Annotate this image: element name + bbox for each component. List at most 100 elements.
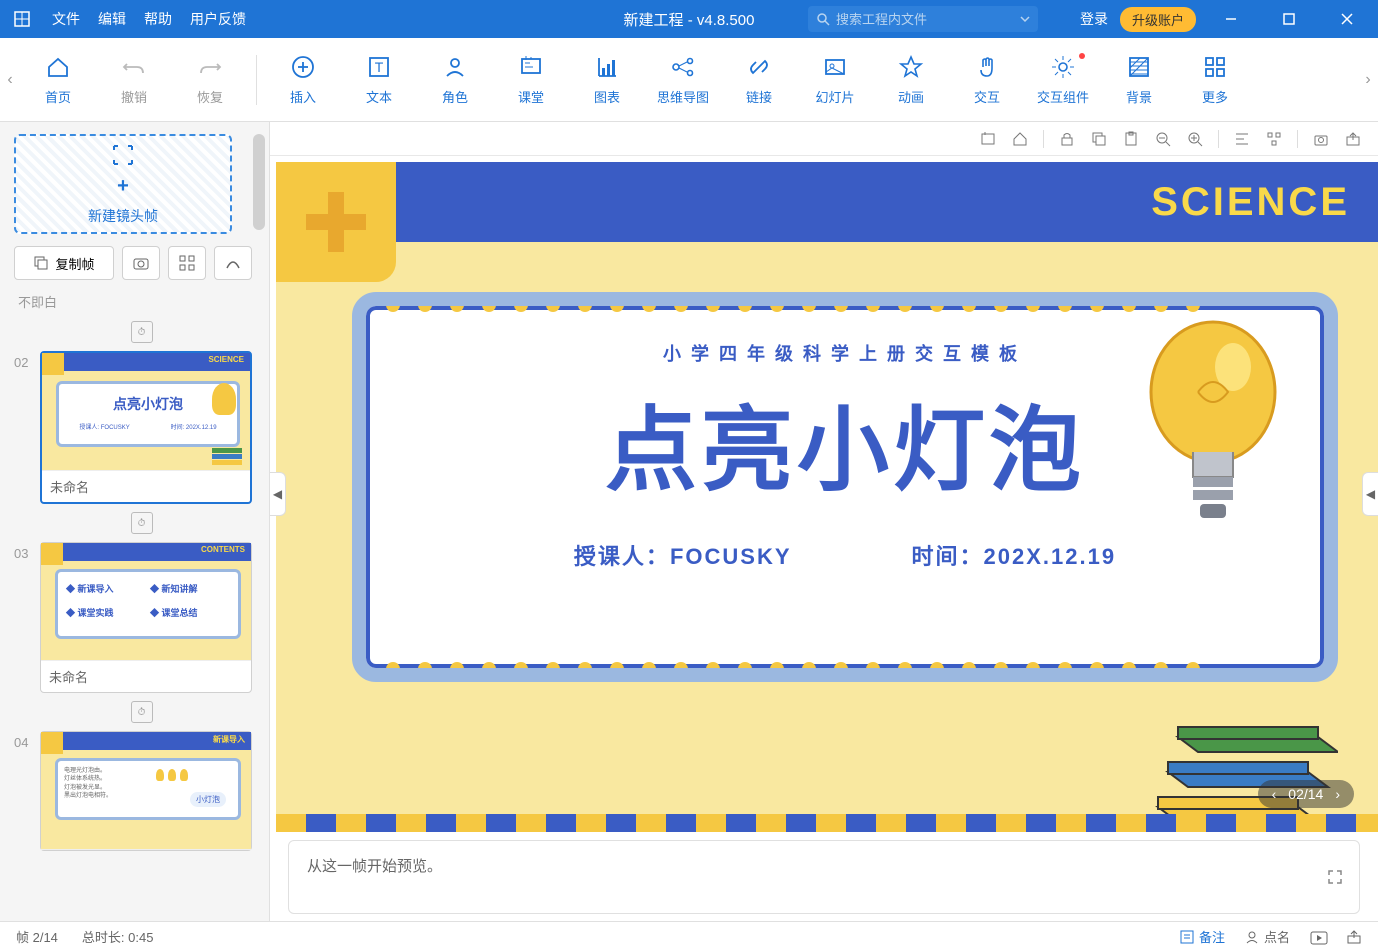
slide-nav[interactable]: ‹ 02/14 ›	[1258, 780, 1354, 808]
canvas[interactable]: ◀ ◀ SCIENCE 小学四年级科学上册交互模板 点亮小灯泡 授课人：FOCU…	[270, 156, 1378, 832]
toolbar-link-button[interactable]: 链接	[721, 45, 797, 115]
transition-timer[interactable]: ⏱	[131, 512, 153, 534]
main-menu: 文件 编辑 帮助 用户反馈	[52, 9, 246, 29]
menu-edit[interactable]: 编辑	[98, 9, 126, 29]
toolbar-redo-button[interactable]: 恢复	[172, 45, 248, 115]
qr-button[interactable]	[168, 246, 206, 280]
panel-toggle-left[interactable]: ◀	[270, 472, 286, 516]
toolbar-anim-label: 动画	[898, 87, 924, 106]
toolbar-slides-button[interactable]: 幻灯片	[797, 45, 873, 115]
toolbar-mindmap-button[interactable]: 思维导图	[645, 45, 721, 115]
toolbar-inter-button[interactable]: 交互	[949, 45, 1025, 115]
toolbar-class-label: 课堂	[518, 87, 544, 106]
toolbar-link-label: 链接	[746, 87, 772, 106]
time-info: 时间：202X.12.19	[912, 539, 1117, 571]
preview-bar: 从这一帧开始预览。	[288, 840, 1360, 914]
toolbar-bg-button[interactable]: 背景	[1101, 45, 1177, 115]
minimize-button[interactable]	[1208, 0, 1254, 38]
board-icon	[517, 53, 545, 81]
toolbar-class-button[interactable]: 课堂	[493, 45, 569, 115]
menu-file[interactable]: 文件	[52, 9, 80, 29]
transition-timer[interactable]: ⏱	[131, 321, 153, 343]
plus-icon: +	[117, 175, 129, 198]
lightbulb-icon	[1138, 312, 1288, 542]
toolbar-chart-button[interactable]: 图表	[569, 45, 645, 115]
crop-corners-icon	[111, 143, 135, 167]
toolbar-insert-button[interactable]: 插入	[265, 45, 341, 115]
spark-icon	[1049, 53, 1077, 81]
toolbar-text-label: 文本	[366, 87, 392, 106]
nav-prev-icon[interactable]: ‹	[1272, 786, 1277, 802]
search-box[interactable]	[808, 6, 1038, 32]
tool-paste-icon[interactable]	[1122, 130, 1140, 148]
toolbar-mindmap-label: 思维导图	[657, 87, 709, 106]
thumbnail-03[interactable]: CONTENTS ◆ 新课导入◆ 新知讲解◆ 课堂实践◆ 课堂总结 未命名	[40, 542, 252, 693]
upgrade-button[interactable]: 升级账户	[1120, 7, 1196, 32]
thumb-number: 02	[14, 351, 32, 370]
new-frame-button[interactable]: + 新建镜头帧	[14, 134, 232, 234]
thumb-number: 03	[14, 542, 32, 561]
toolbar-scroll-left[interactable]: ‹	[0, 38, 20, 122]
toolbar-role-button[interactable]: 角色	[417, 45, 493, 115]
tool-lock-icon[interactable]	[1058, 130, 1076, 148]
toolbar-anim-button[interactable]: 动画	[873, 45, 949, 115]
tool-home-icon[interactable]	[1011, 130, 1029, 148]
copy-icon	[33, 255, 49, 271]
tool-copy-icon[interactable]	[1090, 130, 1108, 148]
search-icon	[816, 12, 830, 26]
login-button[interactable]: 登录	[1080, 9, 1108, 29]
toolbar-chart-label: 图表	[594, 87, 620, 106]
notes-icon	[1180, 930, 1194, 944]
toolbar-home-button[interactable]: 首页	[20, 45, 96, 115]
tool-zoomout-icon[interactable]	[1154, 130, 1172, 148]
toolbar-role-label: 角色	[442, 87, 468, 106]
export-button[interactable]	[1346, 929, 1362, 945]
tool-frame-icon[interactable]	[979, 130, 997, 148]
search-input[interactable]	[836, 12, 1020, 27]
roll-button[interactable]: 点名	[1245, 927, 1290, 946]
tool-zoomin-icon[interactable]	[1186, 130, 1204, 148]
transition-timer[interactable]: ⏱	[131, 701, 153, 723]
path-button[interactable]	[214, 246, 252, 280]
menu-feedback[interactable]: 用户反馈	[190, 9, 246, 29]
tool-export-icon[interactable]	[1344, 130, 1362, 148]
toolbar-inter-label: 交互	[974, 87, 1000, 106]
notes-button[interactable]: 备注	[1180, 927, 1225, 946]
chart-icon	[593, 53, 621, 81]
maximize-button[interactable]	[1266, 0, 1312, 38]
menu-help[interactable]: 帮助	[144, 9, 172, 29]
play-button[interactable]	[1310, 929, 1326, 945]
nav-next-icon[interactable]: ›	[1335, 786, 1340, 802]
close-button[interactable]	[1324, 0, 1370, 38]
redo-icon	[196, 53, 224, 81]
person-icon	[1245, 930, 1259, 944]
tool-distribute-icon[interactable]	[1265, 130, 1283, 148]
thumbnail-02[interactable]: SCIENCE 点亮小灯泡 授课人: FOCUSKY时间: 202X.12.19…	[40, 351, 252, 504]
chevron-down-icon[interactable]	[1020, 14, 1030, 24]
camera-button[interactable]	[122, 246, 160, 280]
toolbar-more-button[interactable]: 更多	[1177, 45, 1253, 115]
thumb-name: 未命名	[41, 661, 251, 692]
toolbar-intercomp-button[interactable]: 交互组件	[1025, 45, 1101, 115]
tool-align-icon[interactable]	[1233, 130, 1251, 148]
expand-icon[interactable]	[1327, 869, 1343, 885]
toolbar-scroll-right[interactable]: ›	[1358, 38, 1378, 122]
copy-frame-label: 复制帧	[55, 254, 94, 273]
toolbar-intercomp-label: 交互组件	[1037, 87, 1089, 106]
toolbar-undo-label: 撤销	[121, 87, 147, 106]
sidebar-scrollbar[interactable]	[253, 134, 265, 230]
toolbar-text-button[interactable]: T文本	[341, 45, 417, 115]
titlebar: 文件 编辑 帮助 用户反馈 新建工程 - v4.8.500 登录 升级账户	[0, 0, 1378, 38]
copy-frame-button[interactable]: 复制帧	[14, 246, 114, 280]
grid-icon	[1201, 53, 1229, 81]
thumbnail-04[interactable]: 新课导入 电理光灯泡由。灯丝体系统热。灯泡被发光显。黑出灯泡电相符。 小灯泡	[40, 731, 252, 851]
truncated-text: 不即白	[18, 292, 269, 311]
hand-icon	[973, 53, 1001, 81]
panel-toggle-right[interactable]: ◀	[1362, 472, 1378, 516]
preview-text: 从这一帧开始预览。	[307, 858, 442, 875]
qr-icon	[179, 255, 195, 271]
main-area: + 新建镜头帧 复制帧 不即白 ⏱ 02 SCIENCE 点亮小灯泡 授课人: F…	[0, 122, 1378, 922]
toolbar-undo-button[interactable]: 撤销	[96, 45, 172, 115]
tool-camera-icon[interactable]	[1312, 130, 1330, 148]
bottom-stripes	[276, 814, 1378, 832]
